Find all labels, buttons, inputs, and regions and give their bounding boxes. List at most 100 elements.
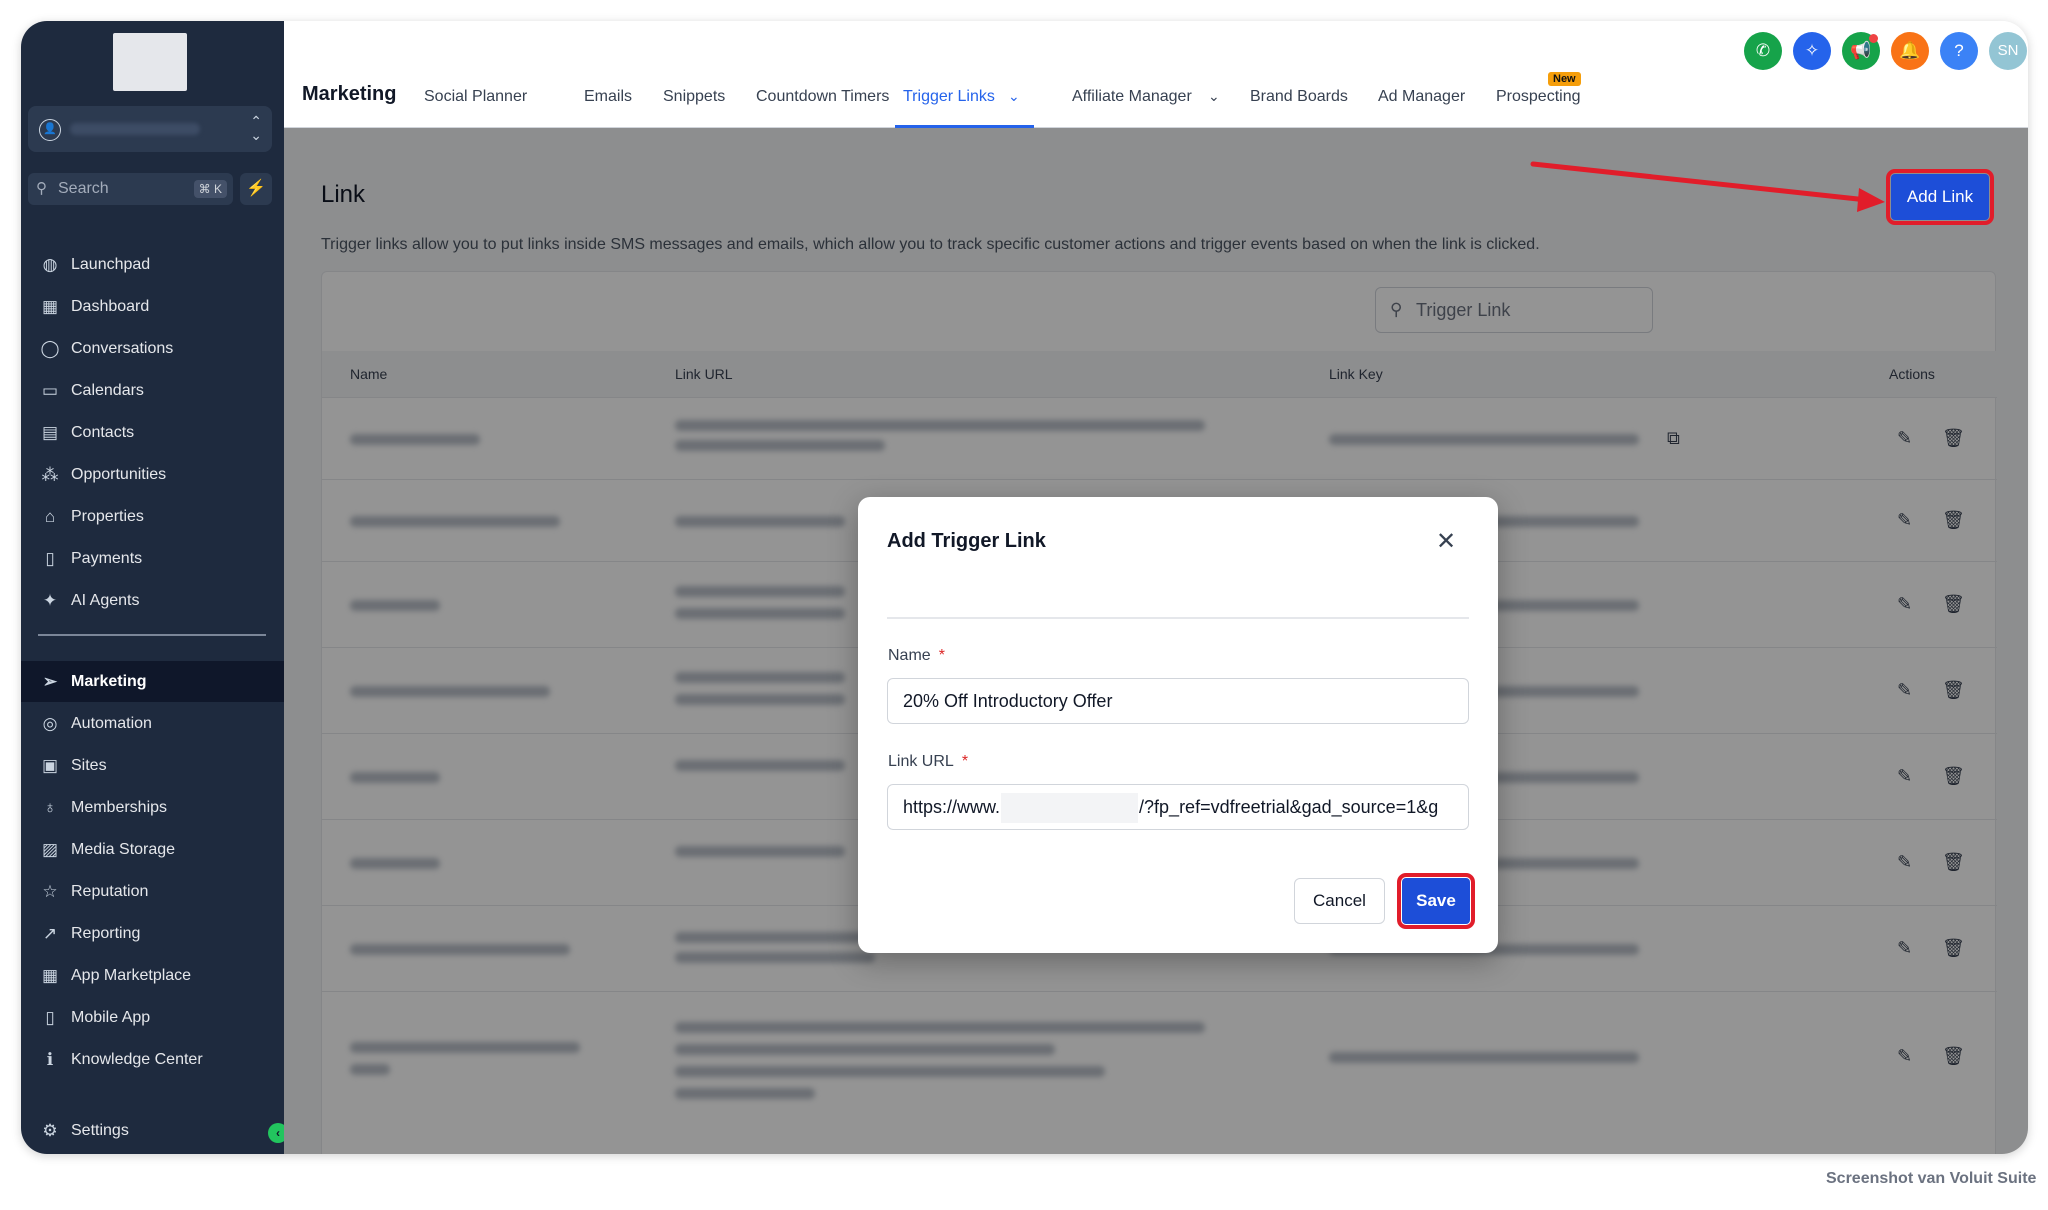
- sidebar-item-label: Knowledge Center: [71, 1051, 203, 1068]
- save-button[interactable]: Save: [1397, 873, 1475, 929]
- automation-icon: ◎: [42, 714, 58, 733]
- location-avatar-icon: 👤: [39, 119, 61, 141]
- tab-social-planner[interactable]: Social Planner: [424, 88, 527, 106]
- sidebar-item-reputation[interactable]: ☆ Reputation: [21, 871, 284, 912]
- sidebar-item-label: Properties: [71, 508, 144, 525]
- sidebar-item-properties[interactable]: ⌂ Properties: [21, 496, 284, 537]
- award-icon: ♁: [43, 798, 57, 817]
- sidebar-search[interactable]: ⚲ Search ⌘ K: [28, 173, 233, 205]
- new-badge: New: [1548, 72, 1581, 86]
- sparkle-icon: ✦: [42, 591, 58, 610]
- info-icon: ℹ: [46, 1050, 54, 1069]
- url-prefix: https://www.: [903, 797, 1001, 817]
- calendar-icon: ▭: [41, 381, 59, 400]
- sidebar-item-label: Media Storage: [71, 841, 176, 858]
- sidebar-item-payments[interactable]: ▯ Payments: [21, 538, 284, 579]
- account-name-redacted: [70, 123, 200, 135]
- chevron-updown-icon: ⌃ ⌄: [250, 113, 262, 143]
- search-icon: ⚲: [36, 180, 47, 197]
- watermark: Screenshot van Voluit Suite: [1826, 1170, 2037, 1187]
- tab-brand-boards[interactable]: Brand Boards: [1250, 88, 1348, 106]
- rocket-icon: ◍: [42, 255, 58, 274]
- sidebar-item-opportunities[interactable]: ⁂ Opportunities: [21, 454, 284, 495]
- tab-prospecting[interactable]: Prospecting: [1496, 88, 1581, 106]
- section-title: Marketing: [302, 83, 397, 105]
- redacted-domain: [1001, 793, 1139, 824]
- sidebar-item-label: Reporting: [71, 925, 141, 942]
- required-marker: *: [961, 753, 969, 770]
- sidebar-item-media-storage[interactable]: ▨ Media Storage: [21, 829, 284, 870]
- cancel-button[interactable]: Cancel: [1294, 878, 1385, 924]
- user-avatar[interactable]: SN: [1989, 32, 2027, 70]
- sidebar-item-label: Payments: [71, 550, 143, 567]
- account-switcher[interactable]: 👤 ⌃ ⌄: [28, 106, 272, 152]
- tab-snippets[interactable]: Snippets: [663, 88, 725, 106]
- sidebar-item-label: Calendars: [71, 382, 144, 399]
- name-input[interactable]: 20% Off Introductory Offer: [887, 678, 1469, 724]
- company-logo: [113, 33, 187, 91]
- tab-affiliate-manager[interactable]: Affiliate Manager: [1072, 88, 1192, 106]
- sidebar-item-label: Launchpad: [71, 256, 151, 273]
- add-trigger-link-modal: Add Trigger Link ✕ Name * 20% Off Introdu…: [858, 497, 1498, 953]
- gear-icon: ⚙: [42, 1121, 58, 1140]
- tab-ad-manager[interactable]: Ad Manager: [1378, 88, 1465, 106]
- sidebar-item-label: Reputation: [71, 883, 149, 900]
- sidebar-item-dashboard[interactable]: ▦ Dashboard: [21, 286, 284, 327]
- sidebar-item-label: Sites: [71, 757, 107, 774]
- tab-emails[interactable]: Emails: [584, 88, 632, 106]
- sidebar-search-placeholder: Search: [58, 180, 109, 197]
- sidebar-item-knowledge-center[interactable]: ℹ Knowledge Center: [21, 1039, 284, 1080]
- sidebar-item-memberships[interactable]: ♁ Memberships: [21, 787, 284, 828]
- bell-icon[interactable]: 🔔: [1891, 32, 1929, 70]
- sidebar-item-label: App Marketplace: [71, 967, 192, 984]
- sidebar-item-label: AI Agents: [71, 592, 140, 609]
- help-icon[interactable]: ?: [1940, 32, 1978, 70]
- phone-icon[interactable]: ✆: [1744, 32, 1782, 70]
- sidebar-item-conversations[interactable]: ◯ Conversations: [21, 328, 284, 369]
- quick-action-bolt-icon[interactable]: ⚡: [240, 173, 272, 205]
- close-icon[interactable]: ✕: [1436, 530, 1456, 554]
- tab-countdown-timers[interactable]: Countdown Timers: [756, 88, 889, 106]
- mobile-icon: ▯: [45, 1008, 55, 1027]
- sidebar-item-label: Dashboard: [71, 298, 150, 315]
- sidebar-item-label: Automation: [71, 715, 152, 732]
- sidebar-item-label: Opportunities: [71, 466, 167, 483]
- sidebar-item-mobile-app[interactable]: ▯ Mobile App: [21, 997, 284, 1038]
- add-link-button[interactable]: Add Link: [1886, 169, 1994, 225]
- tab-trigger-links[interactable]: Trigger Links: [903, 88, 995, 106]
- sidebar-item-settings[interactable]: ⚙ Settings: [21, 1110, 284, 1151]
- top-navigation: Marketing Social Planner Emails Snippets…: [284, 21, 2028, 128]
- dashboard-icon: ▦: [41, 297, 59, 316]
- chevron-down-icon: ⌄: [1008, 88, 1020, 104]
- required-marker: *: [938, 647, 945, 664]
- sites-icon: ▣: [41, 756, 59, 775]
- megaphone-icon[interactable]: 📢: [1842, 32, 1880, 70]
- sidebar: 👤 ⌃ ⌄ ⚲ Search ⌘ K ⚡ ◍ Launchpad ▦ Dashboar…: [21, 21, 288, 1154]
- trend-icon: ↗: [42, 924, 58, 943]
- sidebar-divider: [38, 634, 266, 636]
- star-icon: ☆: [42, 882, 58, 901]
- sidebar-item-ai-agents[interactable]: ✦ AI Agents: [21, 580, 284, 621]
- link-url-input[interactable]: https://www. /?fp_ref=vdfreetrial&gad_sou…: [887, 784, 1469, 830]
- sidebar-item-automation[interactable]: ◎ Automation: [21, 703, 284, 744]
- sidebar-item-launchpad[interactable]: ◍ Launchpad: [21, 244, 284, 285]
- contacts-icon: ▤: [41, 423, 59, 442]
- sidebar-item-sites[interactable]: ▣ Sites: [21, 745, 284, 786]
- chevron-down-icon: ⌄: [1208, 88, 1220, 104]
- sidebar-item-label: Conversations: [71, 340, 174, 357]
- send-icon: ➢: [42, 672, 58, 691]
- search-shortcut: ⌘ K: [193, 180, 227, 198]
- link-url-label-text: Link URL: [888, 753, 954, 770]
- notification-dot: [1869, 34, 1878, 43]
- sidebar-item-label: Memberships: [71, 799, 168, 816]
- sidebar-item-reporting[interactable]: ↗ Reporting: [21, 913, 284, 954]
- receipt-icon: ▯: [45, 549, 55, 568]
- sidebar-item-calendars[interactable]: ▭ Calendars: [21, 370, 284, 411]
- ai-sparkle-icon[interactable]: ✧: [1793, 32, 1831, 70]
- sidebar-item-marketing[interactable]: ➢ Marketing: [21, 661, 284, 702]
- app-window: 👤 ⌃ ⌄ ⚲ Search ⌘ K ⚡ ◍ Launchpad ▦ Dashboar…: [21, 21, 2028, 1154]
- image-icon: ▨: [41, 840, 59, 859]
- opportunities-icon: ⁂: [41, 465, 59, 484]
- sidebar-item-contacts[interactable]: ▤ Contacts: [21, 412, 284, 453]
- sidebar-item-app-marketplace[interactable]: ▦ App Marketplace: [21, 955, 284, 996]
